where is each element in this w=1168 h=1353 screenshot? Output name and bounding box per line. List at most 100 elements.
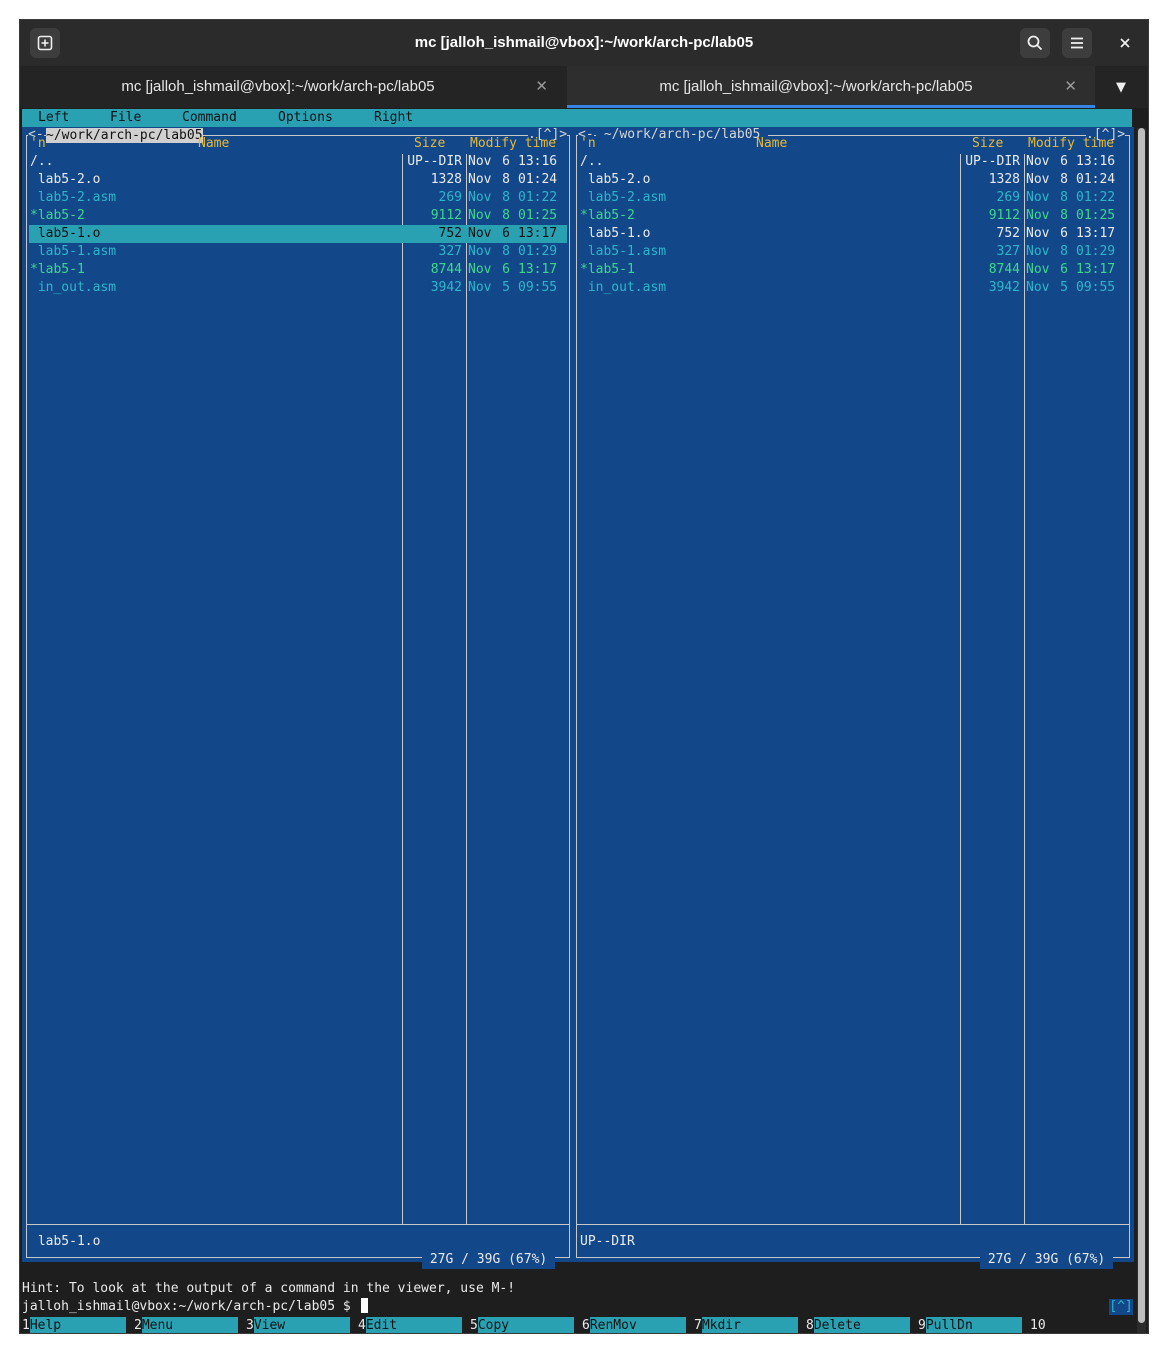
terminal-area[interactable]: Left File Command Options Right <- ~/wor…	[20, 108, 1148, 1333]
file-time: 01:22	[1076, 190, 1116, 205]
file-name: lab5-2.o	[30, 172, 101, 187]
file-day: 8	[1060, 190, 1068, 205]
fkey-delete[interactable]: 8Delete	[806, 1317, 910, 1333]
column-divider	[1024, 154, 1025, 1224]
file-month: Nov	[1026, 226, 1050, 241]
fkey-label: Help	[29, 1317, 126, 1333]
close-window-button[interactable]	[1110, 28, 1140, 58]
fkey-copy[interactable]: 5Copy	[470, 1317, 574, 1333]
fkey-quit[interactable]: 10Quit	[1030, 1317, 1137, 1333]
column-header-size[interactable]: Size	[972, 135, 1003, 153]
file-time: 01:24	[518, 172, 558, 187]
tab-list-button[interactable]: ▼	[1094, 66, 1148, 108]
left-disk-usage: 27G / 39G (67%)	[422, 1251, 556, 1269]
file-row[interactable]: lab5-1.o 752 Nov 6 13:17	[574, 225, 1134, 243]
fkey-view[interactable]: 3View	[246, 1317, 350, 1333]
file-row[interactable]: /.. UP--DIR Nov 6 13:16	[574, 153, 1134, 171]
file-size: 752	[996, 226, 1020, 241]
hamburger-icon	[1071, 37, 1083, 49]
file-name: *lab5-1	[580, 262, 635, 277]
column-header-mtime[interactable]: Modify time	[1028, 135, 1114, 153]
right-panel-path[interactable]: ~/work/arch-pc/lab05	[596, 127, 769, 142]
file-row[interactable]: lab5-2.o 1328 Nov 8 01:24	[22, 171, 574, 189]
fkey-number: 4	[358, 1317, 366, 1333]
fkey-number: 3	[246, 1317, 254, 1333]
menu-command[interactable]: Command	[182, 109, 237, 127]
file-name: *lab5-1	[30, 262, 85, 277]
file-row[interactable]: *lab5-1 8744 Nov 6 13:17	[22, 261, 574, 279]
tab-2[interactable]: mc [jalloh_ishmail@vbox]:~/work/arch-pc/…	[567, 66, 1095, 108]
history-button[interactable]: [^]	[1109, 1299, 1133, 1315]
tab-1[interactable]: mc [jalloh_ishmail@vbox]:~/work/arch-pc/…	[20, 66, 566, 108]
text-cursor	[360, 1298, 368, 1313]
sort-indicator[interactable]: 'n	[30, 135, 46, 153]
column-header-name[interactable]: Name	[756, 135, 787, 153]
file-month: Nov	[468, 244, 492, 259]
file-row[interactable]: lab5-1.asm 327 Nov 8 01:29	[574, 243, 1134, 261]
shell-prompt[interactable]: jalloh_ishmail@vbox:~/work/arch-pc/lab05…	[22, 1298, 368, 1316]
file-row[interactable]: lab5-1.o 752 Nov 6 13:17	[22, 225, 574, 243]
file-row[interactable]: *lab5-1 8744 Nov 6 13:17	[574, 261, 1134, 279]
fkey-help[interactable]: 1Help	[22, 1317, 126, 1333]
file-day: 6	[502, 226, 510, 241]
file-size: 269	[438, 190, 462, 205]
main-menu-button[interactable]	[1062, 28, 1092, 58]
file-name: lab5-1.o	[580, 226, 651, 241]
file-time: 13:17	[1076, 226, 1116, 241]
fkey-mkdir[interactable]: 7Mkdir	[694, 1317, 798, 1333]
mini-status-divider	[26, 1224, 570, 1225]
file-row[interactable]: *lab5-2 9112 Nov 8 01:25	[22, 207, 574, 225]
file-size: 3942	[430, 280, 462, 295]
close-tab-icon[interactable]: ✕	[535, 77, 548, 95]
column-header-mtime[interactable]: Modify time	[470, 135, 556, 153]
file-name: /..	[30, 154, 54, 169]
file-row[interactable]: /.. UP--DIR Nov 6 13:16	[22, 153, 574, 171]
sort-indicator[interactable]: 'n	[580, 135, 596, 153]
file-row[interactable]: lab5-2.asm 269 Nov 8 01:22	[574, 189, 1134, 207]
search-button[interactable]	[1020, 28, 1050, 58]
right-status-name: UP--DIR	[580, 1234, 635, 1249]
fkey-pulldn[interactable]: 9PullDn	[918, 1317, 1022, 1333]
close-tab-icon[interactable]: ✕	[1064, 77, 1077, 95]
fkey-menu[interactable]: 2Menu	[134, 1317, 238, 1333]
terminal-scrollbar[interactable]	[1137, 128, 1146, 1333]
fkey-number: 1	[22, 1317, 30, 1333]
title-bar: mc [jalloh_ishmail@vbox]:~/work/arch-pc/…	[20, 20, 1148, 66]
column-header-size[interactable]: Size	[414, 135, 445, 153]
left-panel-path[interactable]: ~/work/arch-pc/lab05	[46, 128, 203, 143]
fkey-number: 9	[918, 1317, 926, 1333]
menu-file[interactable]: File	[110, 109, 141, 127]
fkey-edit[interactable]: 4Edit	[358, 1317, 462, 1333]
menu-right[interactable]: Right	[374, 109, 413, 127]
right-panel[interactable]: <- ~/work/arch-pc/lab05 .[^]> 'n Name Si…	[574, 127, 1134, 1269]
fkey-number: 2	[134, 1317, 142, 1333]
file-time: 01:29	[1076, 244, 1116, 259]
file-month: Nov	[1026, 280, 1050, 295]
file-size: 3942	[988, 280, 1020, 295]
file-row[interactable]: in_out.asm 3942 Nov 5 09:55	[574, 279, 1134, 297]
file-day: 8	[1060, 172, 1068, 187]
file-row[interactable]: *lab5-2 9112 Nov 8 01:25	[574, 207, 1134, 225]
fkey-renmov[interactable]: 6RenMov	[582, 1317, 686, 1333]
file-time: 13:17	[518, 262, 558, 277]
file-row[interactable]: in_out.asm 3942 Nov 5 09:55	[22, 279, 574, 297]
file-row[interactable]: lab5-2.o 1328 Nov 8 01:24	[574, 171, 1134, 189]
file-day: 6	[1060, 226, 1068, 241]
scrollbar-thumb[interactable]	[1138, 128, 1145, 1323]
mc-menubar: Left File Command Options Right	[22, 109, 1132, 127]
file-size: 327	[438, 244, 462, 259]
file-size: 1328	[988, 172, 1020, 187]
file-name: *lab5-2	[30, 208, 85, 223]
function-key-bar: 1Help 2Menu 3View 4Edit 5Copy 6RenMov 7Mkdir 8D…	[22, 1317, 1137, 1333]
file-day: 8	[1060, 208, 1068, 223]
right-disk-usage: 27G / 39G (67%)	[980, 1251, 1114, 1269]
column-divider	[466, 154, 467, 1224]
left-panel[interactable]: <- ~/work/arch-pc/lab05 .[^]> 'n Name Si…	[22, 127, 574, 1269]
fkey-label: Edit	[365, 1317, 462, 1333]
menu-options[interactable]: Options	[278, 109, 333, 127]
menu-left[interactable]: Left	[38, 109, 69, 127]
file-time: 01:25	[518, 208, 558, 223]
file-row[interactable]: lab5-2.asm 269 Nov 8 01:22	[22, 189, 574, 207]
column-header-name[interactable]: Name	[198, 135, 229, 153]
file-row[interactable]: lab5-1.asm 327 Nov 8 01:29	[22, 243, 574, 261]
